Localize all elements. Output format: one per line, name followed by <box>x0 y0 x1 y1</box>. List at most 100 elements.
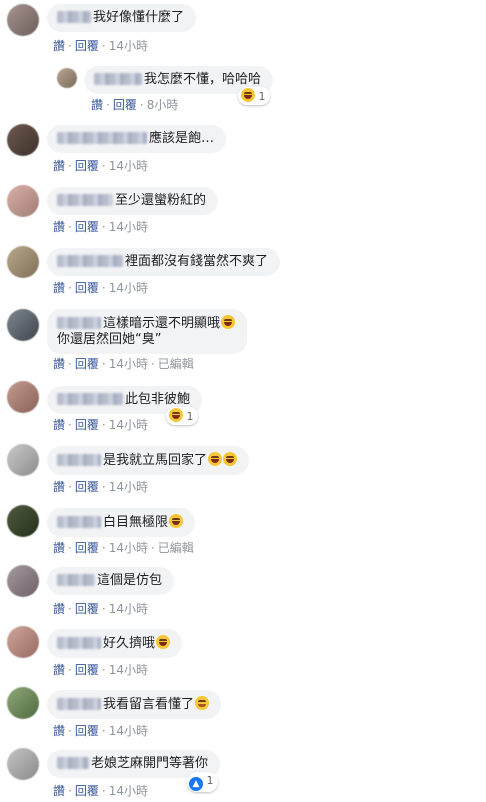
commenter-name[interactable] <box>57 574 95 586</box>
comment-bubble: 是我就立馬回家了 <box>47 446 250 475</box>
comment-text: 好久擠哦 <box>103 636 156 651</box>
laughing-emoji-icon <box>169 514 184 528</box>
commenter-name[interactable] <box>57 454 101 466</box>
comment-bubble: 好久擠哦 <box>47 629 183 658</box>
timestamp[interactable]: 14小時 <box>109 281 148 295</box>
smiling-emoji-icon <box>195 696 210 710</box>
reaction-badge[interactable]: 1 <box>238 87 270 105</box>
reply-link[interactable]: 回覆 <box>75 39 99 53</box>
commenter-name[interactable] <box>94 73 142 85</box>
reply-link[interactable]: 回覆 <box>75 220 99 234</box>
timestamp[interactable]: 14小時 <box>109 724 148 738</box>
comment-actions: 讚 · 回覆 · 14小時 <box>53 663 148 677</box>
commenter-name[interactable] <box>57 317 101 329</box>
timestamp[interactable]: 14小時 <box>109 480 148 494</box>
reply-link[interactable]: 回覆 <box>75 281 99 295</box>
commenter-name[interactable] <box>57 516 101 528</box>
like-link[interactable]: 讚 <box>53 159 65 173</box>
like-link[interactable]: 讚 <box>53 724 65 738</box>
comment-actions: 讚 · 回覆 · 14小時 <box>53 784 148 798</box>
timestamp[interactable]: 14小時 <box>109 357 148 371</box>
like-link[interactable]: 讚 <box>53 602 65 616</box>
edited-label[interactable]: 已編輯 <box>158 357 194 371</box>
like-link[interactable]: 讚 <box>53 784 65 798</box>
reply-link[interactable]: 回覆 <box>75 541 99 555</box>
timestamp[interactable]: 14小時 <box>109 418 148 432</box>
comment-text: 我好像懂什麼了 <box>93 10 185 25</box>
comment-text: 至少還蠻粉紅的 <box>115 193 207 208</box>
like-link[interactable]: 讚 <box>53 541 65 555</box>
comment-actions: 讚 · 回覆 · 14小時 <box>53 159 148 173</box>
reply-link[interactable]: 回覆 <box>75 480 99 494</box>
timestamp[interactable]: 14小時 <box>109 663 148 677</box>
like-link[interactable]: 讚 <box>53 357 65 371</box>
reply-link[interactable]: 回覆 <box>113 98 137 112</box>
avatar[interactable] <box>7 444 39 476</box>
reply-link[interactable]: 回覆 <box>75 784 99 798</box>
avatar[interactable] <box>7 565 39 597</box>
like-link[interactable]: 讚 <box>91 98 103 112</box>
like-link[interactable]: 讚 <box>53 39 65 53</box>
avatar[interactable] <box>7 185 39 217</box>
reaction-count: 1 <box>258 90 266 103</box>
comment-text: 我看留言看懂了 <box>103 697 195 712</box>
avatar[interactable] <box>7 748 39 780</box>
comments-page: { "actions": {"like": "讚", "reply": "回覆"… <box>0 0 486 802</box>
laughing-emoji-icon <box>156 635 171 649</box>
avatar[interactable] <box>7 687 39 719</box>
timestamp[interactable]: 14小時 <box>109 159 148 173</box>
timestamp[interactable]: 14小時 <box>109 541 148 555</box>
commenter-name[interactable] <box>57 194 113 206</box>
commenter-name[interactable] <box>57 637 101 649</box>
laughing-emoji-icon <box>221 315 236 329</box>
like-reaction-icon: ▲ <box>189 777 203 791</box>
comment-actions: 讚 · 回覆 · 14小時 <box>53 418 148 432</box>
avatar[interactable] <box>7 309 39 341</box>
like-link[interactable]: 讚 <box>53 480 65 494</box>
avatar[interactable] <box>7 4 39 36</box>
comment-actions: 讚 · 回覆 · 14小時 <box>53 480 148 494</box>
reply-link[interactable]: 回覆 <box>75 357 99 371</box>
laughing-emoji-icon <box>223 452 238 466</box>
commenter-name[interactable] <box>57 11 91 23</box>
comment-actions: 讚 · 回覆 · 14小時 · 已編輯 <box>53 541 194 555</box>
comment-bubble: 這樣暗示還不明顯哦 你還居然回她“臭” <box>47 309 248 354</box>
reaction-count: 1 <box>206 774 214 787</box>
timestamp[interactable]: 14小時 <box>109 784 148 798</box>
comment-actions: 讚 · 回覆 · 14小時 <box>53 39 148 53</box>
commenter-name[interactable] <box>57 698 101 710</box>
avatar[interactable] <box>7 626 39 658</box>
like-link[interactable]: 讚 <box>53 220 65 234</box>
timestamp[interactable]: 8小時 <box>147 98 179 112</box>
comment-bubble: 白目無極限 <box>47 508 196 537</box>
avatar[interactable] <box>7 505 39 537</box>
reaction-badge[interactable]: ▲ 1 <box>187 772 218 792</box>
avatar[interactable] <box>7 381 39 413</box>
laughing-emoji-icon <box>208 452 223 466</box>
comment-bubble: 我好像懂什麼了 <box>47 4 197 32</box>
like-link[interactable]: 讚 <box>53 281 65 295</box>
comment-bubble: 我看留言看懂了 <box>47 690 222 719</box>
like-link[interactable]: 讚 <box>53 663 65 677</box>
reply-link[interactable]: 回覆 <box>75 602 99 616</box>
timestamp[interactable]: 14小時 <box>109 220 148 234</box>
edited-label[interactable]: 已編輯 <box>158 541 194 555</box>
reply-link[interactable]: 回覆 <box>75 418 99 432</box>
commenter-name[interactable] <box>57 255 123 267</box>
reaction-badge[interactable]: 1 <box>166 407 198 425</box>
commenter-name[interactable] <box>57 393 123 405</box>
reply-link[interactable]: 回覆 <box>75 159 99 173</box>
commenter-name[interactable] <box>57 132 147 144</box>
comment-text: 這個是仿包 <box>97 573 163 588</box>
like-link[interactable]: 讚 <box>53 418 65 432</box>
comment-actions: 讚 · 回覆 · 14小時 <box>53 220 148 234</box>
reply-link[interactable]: 回覆 <box>75 724 99 738</box>
avatar[interactable] <box>57 68 77 88</box>
commenter-name[interactable] <box>57 757 89 769</box>
avatar[interactable] <box>7 124 39 156</box>
comment-bubble: 至少還蠻粉紅的 <box>47 187 219 215</box>
timestamp[interactable]: 14小時 <box>109 602 148 616</box>
avatar[interactable] <box>7 246 39 278</box>
timestamp[interactable]: 14小時 <box>109 39 148 53</box>
reply-link[interactable]: 回覆 <box>75 663 99 677</box>
